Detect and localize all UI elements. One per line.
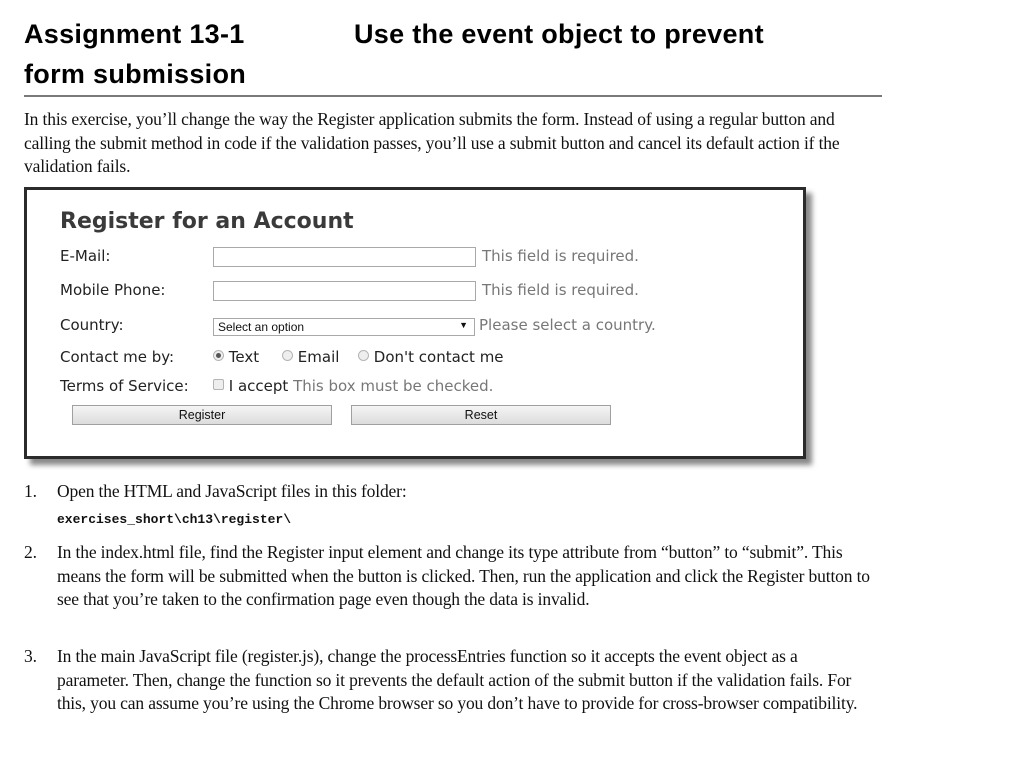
heading-divider: [24, 95, 882, 97]
terms-accept[interactable]: I accept This box must be checked.: [213, 377, 493, 395]
step-text: Open the HTML and JavaScript files in th…: [57, 481, 407, 501]
form-title: Register for an Account: [60, 209, 354, 234]
contact-option-text-label: Text: [228, 348, 260, 366]
register-button[interactable]: Register: [72, 405, 332, 425]
country-selected-value: Select an option: [218, 320, 305, 334]
step-number: 3.: [24, 646, 37, 666]
country-select[interactable]: Select an option ▼: [213, 318, 475, 336]
radio-unchecked-icon[interactable]: [282, 350, 293, 361]
email-label: E-Mail:: [60, 247, 111, 265]
phone-field[interactable]: [213, 281, 476, 301]
step-number: 2.: [24, 542, 37, 562]
register-form-screenshot: Register for an Account E-Mail: This fie…: [24, 187, 806, 459]
contact-option-text[interactable]: Text: [213, 348, 259, 366]
reset-button[interactable]: Reset: [351, 405, 611, 425]
step-text: In the main JavaScript file (register.js…: [57, 646, 858, 713]
step-number: 1.: [24, 481, 37, 501]
contact-option-none-label: Don't contact me: [373, 348, 504, 366]
assignment-title-line1: Use the event object to prevent: [354, 19, 764, 49]
email-field[interactable]: [213, 247, 476, 267]
contact-option-email-label: Email: [297, 348, 340, 366]
step-text: In the index.html file, find the Registe…: [57, 542, 870, 609]
terms-accept-label: I accept: [228, 377, 289, 395]
country-error: Please select a country.: [479, 316, 656, 334]
folder-path: exercises_short\ch13\register\: [57, 512, 292, 527]
phone-label: Mobile Phone:: [60, 281, 166, 299]
country-label: Country:: [60, 316, 124, 334]
assignment-number: Assignment 13-1: [24, 19, 245, 49]
intro-paragraph: In this exercise, you’ll change the way …: [24, 109, 840, 176]
radio-checked-icon[interactable]: [213, 350, 224, 361]
assignment-heading: Assignment 13-1 Use the event object to p…: [24, 14, 884, 94]
assignment-title-line2: form submission: [24, 59, 247, 89]
email-error: This field is required.: [482, 247, 639, 265]
contact-option-email[interactable]: Email: [282, 348, 339, 366]
checkbox-unchecked-icon[interactable]: [213, 379, 224, 390]
phone-error: This field is required.: [482, 281, 639, 299]
contact-label: Contact me by:: [60, 348, 175, 366]
dropdown-arrow-icon: ▼: [459, 320, 468, 330]
terms-error: This box must be checked.: [293, 377, 494, 395]
contact-option-none[interactable]: Don't contact me: [358, 348, 504, 366]
radio-unchecked-icon[interactable]: [358, 350, 369, 361]
terms-label: Terms of Service:: [60, 377, 189, 395]
